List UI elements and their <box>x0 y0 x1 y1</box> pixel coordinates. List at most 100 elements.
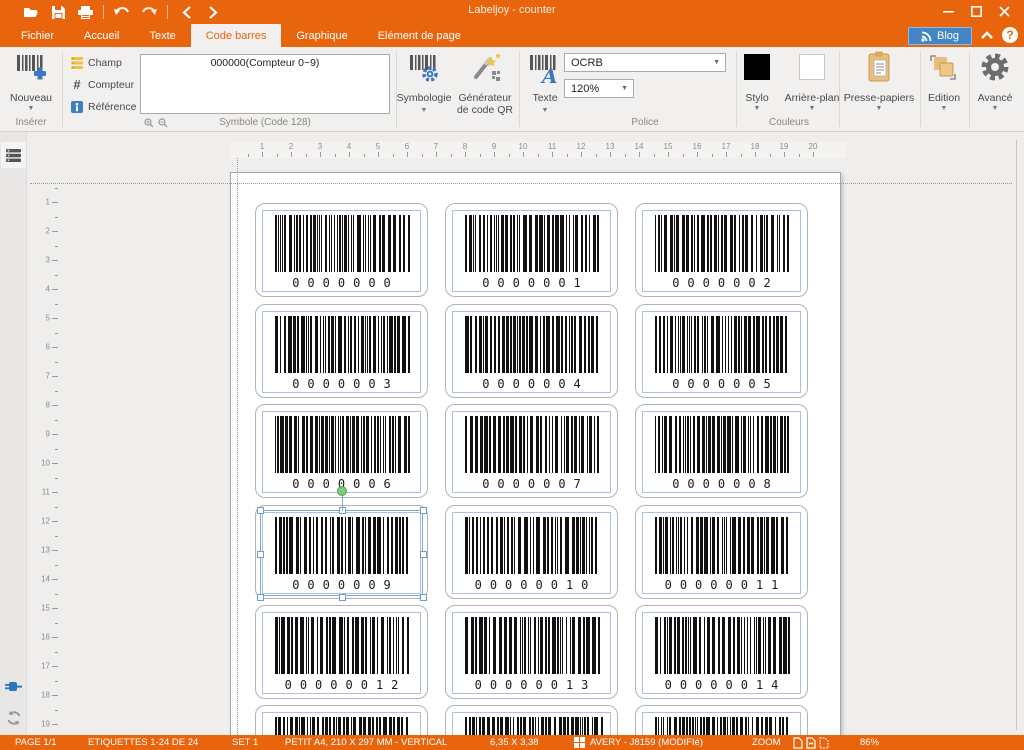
label-item[interactable]: 0000002 <box>635 203 808 297</box>
resize-handle[interactable] <box>339 507 346 514</box>
font-family-select[interactable]: OCRB▼ <box>564 53 726 72</box>
tab-code-barres[interactable]: Code barres <box>191 24 282 47</box>
design-canvas[interactable]: 1234567891011121314151617181920 12345678… <box>0 132 1024 735</box>
barcode-element[interactable]: 00000010 <box>452 512 611 594</box>
compteur-icon[interactable]: # <box>70 78 84 91</box>
rotation-handle[interactable] <box>337 486 347 496</box>
texte-dropdown-caret[interactable]: ▼ <box>527 107 563 114</box>
champ-icon[interactable] <box>70 56 84 69</box>
presse-papiers-button[interactable]: Presse-papiers <box>843 92 915 104</box>
barcode-element[interactable]: 0000003 <box>262 311 421 393</box>
barcode-element[interactable]: 0000000 <box>262 210 421 292</box>
barcode-element[interactable]: 0000008 <box>642 411 801 493</box>
resize-handle[interactable] <box>420 507 427 514</box>
barcode-element[interactable]: 00000016 <box>452 712 611 735</box>
label-item[interactable]: 00000011 <box>635 505 808 599</box>
arriere-plan-button[interactable]: Arrière-plan <box>781 92 843 104</box>
collapse-ribbon-icon[interactable] <box>980 29 996 43</box>
scrollbar-edge[interactable] <box>1016 140 1017 730</box>
reference-icon[interactable] <box>70 100 84 113</box>
label-item[interactable]: 00000015 <box>255 705 428 735</box>
barcode-element[interactable]: 00000013 <box>452 612 611 694</box>
label-item[interactable]: 00000016 <box>445 705 618 735</box>
label-item[interactable]: 00000012 <box>255 605 428 699</box>
avance-gear-icon[interactable] <box>979 51 1011 83</box>
blog-button[interactable]: Blog <box>908 27 972 45</box>
symbologie-button[interactable]: Symbologie <box>393 92 455 104</box>
presse-papiers-dropdown-caret[interactable]: ▼ <box>843 105 915 112</box>
barcode-element[interactable]: 00000014 <box>642 612 801 694</box>
zoom-selection-icon[interactable] <box>819 737 829 749</box>
label-item[interactable]: 00000010 <box>445 505 618 599</box>
edition-dropdown-caret[interactable]: ▼ <box>920 105 968 112</box>
label-item[interactable]: 0000005 <box>635 304 808 398</box>
resize-handle[interactable] <box>257 507 264 514</box>
pen-color-swatch[interactable] <box>744 54 770 80</box>
redo-icon[interactable] <box>140 3 158 21</box>
label-item[interactable]: 0000006 <box>255 404 428 498</box>
barcode-element[interactable]: 0000002 <box>642 210 801 292</box>
resize-handle[interactable] <box>339 594 346 601</box>
barcode-element[interactable]: 0000001 <box>452 210 611 292</box>
champ-button[interactable]: Champ <box>88 57 122 69</box>
symbology-icon[interactable] <box>407 52 441 84</box>
help-icon[interactable]: ? <box>1002 27 1018 43</box>
nav-back-icon[interactable] <box>177 3 195 21</box>
zoom-page-icon[interactable] <box>793 737 803 749</box>
stylo-dropdown-caret[interactable]: ▼ <box>731 105 783 112</box>
refresh-icon[interactable] <box>1 705 26 731</box>
label-item[interactable]: 0000008 <box>635 404 808 498</box>
tab-fichier[interactable]: Fichier <box>6 24 69 47</box>
tab-graphique[interactable]: Graphique <box>281 24 362 47</box>
edition-icon[interactable] <box>928 52 958 82</box>
label-item[interactable]: 00000013 <box>445 605 618 699</box>
avance-button[interactable]: Avancé <box>971 92 1019 104</box>
nav-forward-icon[interactable] <box>204 3 222 21</box>
database-panel-icon[interactable] <box>1 142 26 168</box>
reference-button[interactable]: Référence <box>88 101 136 113</box>
tab-texte[interactable]: Texte <box>134 24 190 47</box>
qr-generator-button[interactable]: Générateur <box>452 92 518 104</box>
print-icon[interactable] <box>76 3 94 21</box>
arriere-plan-dropdown-caret[interactable]: ▼ <box>781 105 843 112</box>
edition-button[interactable]: Edition <box>920 92 968 104</box>
resize-handle[interactable] <box>257 551 264 558</box>
selection-rectangle[interactable] <box>260 510 423 596</box>
presse-papiers-icon[interactable] <box>866 50 892 84</box>
texte-button[interactable]: Texte <box>527 92 563 104</box>
label-item[interactable]: 0000000 <box>255 203 428 297</box>
tab-element-de-page[interactable]: Elément de page <box>363 24 476 47</box>
zoom-width-icon[interactable] <box>806 737 816 749</box>
barcode-element[interactable]: 0000005 <box>642 311 801 393</box>
avance-dropdown-caret[interactable]: ▼ <box>971 105 1019 112</box>
barcode-element[interactable]: 00000011 <box>642 512 801 594</box>
open-folder-icon[interactable] <box>22 3 40 21</box>
barcode-element[interactable]: 00000012 <box>262 612 421 694</box>
background-color-swatch[interactable] <box>799 54 825 80</box>
resize-handle[interactable] <box>420 551 427 558</box>
label-item[interactable]: 0000003 <box>255 304 428 398</box>
combo-caret-icon[interactable]: ▼ <box>713 59 720 66</box>
undo-icon[interactable] <box>113 3 131 21</box>
symbologie-dropdown-caret[interactable]: ▼ <box>393 107 455 114</box>
tab-accueil[interactable]: Accueil <box>69 24 134 47</box>
resize-handle[interactable] <box>420 594 427 601</box>
barcode-element[interactable]: 0000006 <box>262 411 421 493</box>
label-item[interactable]: 0000007 <box>445 404 618 498</box>
label-item[interactable]: 00000017 <box>635 705 808 735</box>
qr-generator-button-line2[interactable]: de code QR <box>452 104 518 116</box>
barcode-element[interactable]: 00000015 <box>262 712 421 735</box>
label-item[interactable]: 0000001 <box>445 203 618 297</box>
texte-icon[interactable]: A <box>527 52 561 86</box>
close-button[interactable] <box>990 0 1018 22</box>
minimize-button[interactable] <box>934 0 962 22</box>
maximize-button[interactable] <box>962 0 990 22</box>
label-item[interactable]: 00000014 <box>635 605 808 699</box>
barcode-element[interactable]: 0000007 <box>452 411 611 493</box>
compteur-button[interactable]: Compteur <box>88 79 134 91</box>
barcode-element[interactable]: 0000004 <box>452 311 611 393</box>
qr-generator-icon[interactable] <box>467 52 503 84</box>
stylo-button[interactable]: Stylo <box>731 92 783 104</box>
nouveau-button[interactable]: Nouveau <box>0 92 62 104</box>
font-size-select[interactable]: 120%▼ <box>564 79 634 98</box>
